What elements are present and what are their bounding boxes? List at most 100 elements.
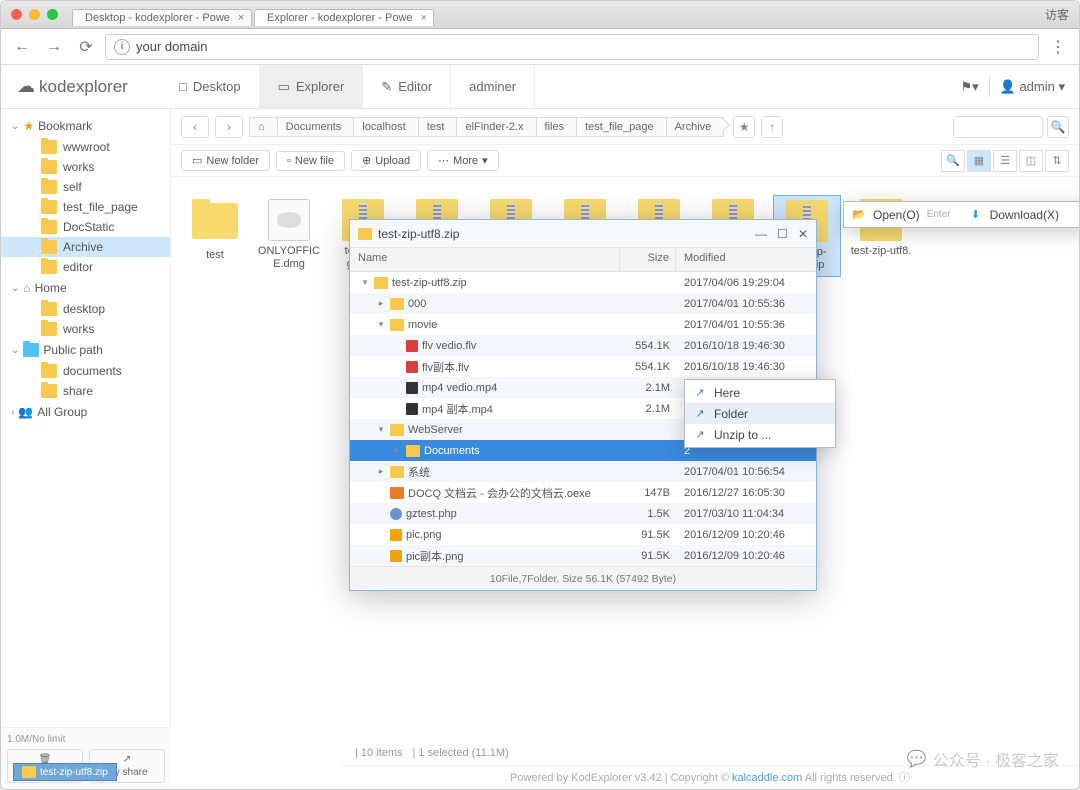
tree-home[interactable]: ⌄⌂Home bbox=[1, 277, 170, 299]
browser-tab-active[interactable]: Explorer - kodexplorer - Powe× bbox=[254, 9, 434, 26]
close-icon[interactable]: × bbox=[238, 12, 244, 24]
footer-link[interactable]: kalcaddle.com bbox=[732, 772, 802, 784]
file-icon: ▫ bbox=[287, 155, 291, 167]
info-icon[interactable]: ⓘ bbox=[899, 772, 910, 784]
tree-item[interactable]: works bbox=[1, 319, 170, 339]
nav-desktop[interactable]: □Desktop bbox=[161, 65, 260, 108]
search-button[interactable]: 🔍 bbox=[1047, 116, 1069, 138]
tree-allgroup[interactable]: ›👥All Group bbox=[1, 401, 170, 423]
more-button[interactable]: ⋯More▾ bbox=[427, 150, 499, 171]
browser-tab[interactable]: Desktop - kodexplorer - Powe× bbox=[72, 9, 252, 26]
col-name[interactable]: Name bbox=[350, 248, 620, 271]
folder-icon: ▭ bbox=[278, 79, 290, 95]
tree-bookmark[interactable]: ⌄★Bookmark bbox=[1, 115, 170, 137]
tree-row[interactable]: flv副本.flv 554.1K2016/10/18 19:46:30 bbox=[350, 356, 816, 377]
col-size[interactable]: Size bbox=[620, 248, 676, 271]
back-button[interactable]: ← bbox=[9, 34, 35, 60]
breadcrumb[interactable]: files bbox=[536, 117, 578, 137]
traffic-lights[interactable] bbox=[11, 9, 58, 20]
user-menu[interactable]: 👤 admin ▾ bbox=[1000, 79, 1065, 95]
taskbar-item[interactable]: test-zip-utf8.zip bbox=[13, 763, 117, 781]
new-file-button[interactable]: ▫New file bbox=[276, 151, 345, 171]
menu-item[interactable]: ↗Here bbox=[685, 382, 835, 403]
breadcrumb[interactable]: localhost bbox=[353, 117, 418, 137]
tree-item[interactable]: documents bbox=[1, 361, 170, 381]
breadcrumb[interactable]: Archive bbox=[666, 117, 725, 137]
tree-row[interactable]: DOCQ 文档云 - 会办公的文档云.oexe 147B2016/12/27 1… bbox=[350, 482, 816, 503]
public-icon bbox=[23, 343, 39, 357]
path-forward[interactable]: › bbox=[215, 116, 243, 138]
minimize-dot[interactable] bbox=[29, 9, 40, 20]
tree-item[interactable]: desktop bbox=[1, 299, 170, 319]
menu-item[interactable]: ↗Folder bbox=[685, 403, 835, 424]
tree-row[interactable]: pic副本.png 91.5K2016/12/09 10:20:46 bbox=[350, 545, 816, 566]
context-submenu: ↗Here↗Folder↗Unzip to ... bbox=[684, 379, 836, 448]
upload-button[interactable]: ⊕Upload bbox=[351, 150, 421, 171]
tree-row[interactable]: ▾movie 2017/04/01 10:55:36 bbox=[350, 314, 816, 335]
breadcrumb[interactable]: Documents bbox=[277, 117, 355, 137]
folder-icon: ▭ bbox=[192, 154, 202, 167]
file-item[interactable]: ONLYOFFICE.dmg bbox=[255, 195, 323, 277]
menu-item[interactable]: ● Share bbox=[1069, 204, 1080, 225]
menu-icon: 📂 bbox=[852, 208, 866, 221]
folder-icon bbox=[41, 322, 57, 336]
nav-editor[interactable]: ✎Editor bbox=[363, 65, 451, 108]
path-search[interactable] bbox=[953, 116, 1043, 138]
folder-icon bbox=[41, 220, 57, 234]
quota-label: 1.0M/No limit bbox=[7, 734, 165, 745]
tree-item[interactable]: DocStatic bbox=[1, 217, 170, 237]
reload-button[interactable]: ⟳ bbox=[73, 34, 99, 60]
tree-row[interactable]: gztest.php 1.5K2017/03/10 11:04:34 bbox=[350, 503, 816, 524]
tree-row[interactable]: ▸系统 2017/04/01 10:56:54 bbox=[350, 461, 816, 482]
view-split[interactable]: ◫ bbox=[1019, 150, 1043, 172]
nav-adminer[interactable]: adminer bbox=[451, 65, 535, 108]
tree-item[interactable]: share bbox=[1, 381, 170, 401]
path-back[interactable]: ‹ bbox=[181, 116, 209, 138]
close-dot[interactable] bbox=[11, 9, 22, 20]
tree-item[interactable]: test_file_page bbox=[1, 197, 170, 217]
link-icon: ↗ bbox=[693, 386, 707, 399]
menu-item[interactable]: 📂 Open(O) Enter bbox=[844, 204, 961, 225]
breadcrumb[interactable]: elFinder-2.x bbox=[456, 117, 536, 137]
breadcrumb-home[interactable]: ⌂ bbox=[249, 117, 278, 137]
file-item[interactable]: test bbox=[181, 195, 249, 277]
tree-public[interactable]: ⌄Public path bbox=[1, 339, 170, 361]
new-folder-button[interactable]: ▭New folder bbox=[181, 150, 270, 171]
search-icon[interactable]: 🔍 bbox=[941, 150, 965, 172]
flag-icon[interactable]: ⚑▾ bbox=[960, 79, 978, 95]
view-list[interactable]: ☰ bbox=[993, 150, 1017, 172]
tree-row[interactable]: ▾test-zip-utf8.zip 2017/04/06 19:29:04 bbox=[350, 272, 816, 293]
close-icon[interactable]: ✕ bbox=[798, 227, 808, 241]
info-icon: i bbox=[114, 39, 130, 55]
tree-item[interactable]: self bbox=[1, 177, 170, 197]
menu-item[interactable]: ↗Unzip to ... bbox=[685, 424, 835, 445]
tree-row[interactable]: pic.png 91.5K2016/12/09 10:20:46 bbox=[350, 524, 816, 545]
zoom-dot[interactable] bbox=[47, 9, 58, 20]
nav-explorer[interactable]: ▭Explorer bbox=[260, 65, 364, 108]
forward-button[interactable]: → bbox=[41, 34, 67, 60]
modal-footer: 10File,7Folder, Size 56.1K (57492 Byte) bbox=[350, 566, 816, 590]
menu-icon[interactable]: ⋮ bbox=[1045, 37, 1071, 57]
tree-row[interactable]: flv vedio.flv 554.1K2016/10/18 19:46:30 bbox=[350, 335, 816, 356]
file-icon bbox=[265, 199, 313, 241]
view-grid[interactable]: ▦ bbox=[967, 150, 991, 172]
url-field[interactable]: iyour domain bbox=[105, 34, 1039, 60]
breadcrumb[interactable]: test bbox=[418, 117, 458, 137]
favorite-button[interactable]: ★ bbox=[733, 116, 755, 138]
col-modified[interactable]: Modified bbox=[676, 248, 816, 271]
cloud-icon: ☁ bbox=[17, 76, 35, 97]
modal-title: test-zip-utf8.zip bbox=[378, 227, 459, 241]
sort-button[interactable]: ⇅ bbox=[1045, 150, 1069, 172]
close-icon[interactable]: × bbox=[421, 12, 427, 24]
menu-item[interactable]: ⬇ Download(X) bbox=[961, 204, 1069, 225]
maximize-icon[interactable]: ☐ bbox=[777, 227, 788, 241]
tree-item[interactable]: Archive bbox=[1, 237, 170, 257]
tree-item[interactable]: works bbox=[1, 157, 170, 177]
folder-icon bbox=[41, 260, 57, 274]
minimize-icon[interactable]: — bbox=[755, 227, 767, 241]
breadcrumb[interactable]: test_file_page bbox=[576, 117, 667, 137]
tree-row[interactable]: ▸000 2017/04/01 10:55:36 bbox=[350, 293, 816, 314]
tree-item[interactable]: wwwroot bbox=[1, 137, 170, 157]
tree-item[interactable]: editor bbox=[1, 257, 170, 277]
up-button[interactable]: ↑ bbox=[761, 116, 783, 138]
